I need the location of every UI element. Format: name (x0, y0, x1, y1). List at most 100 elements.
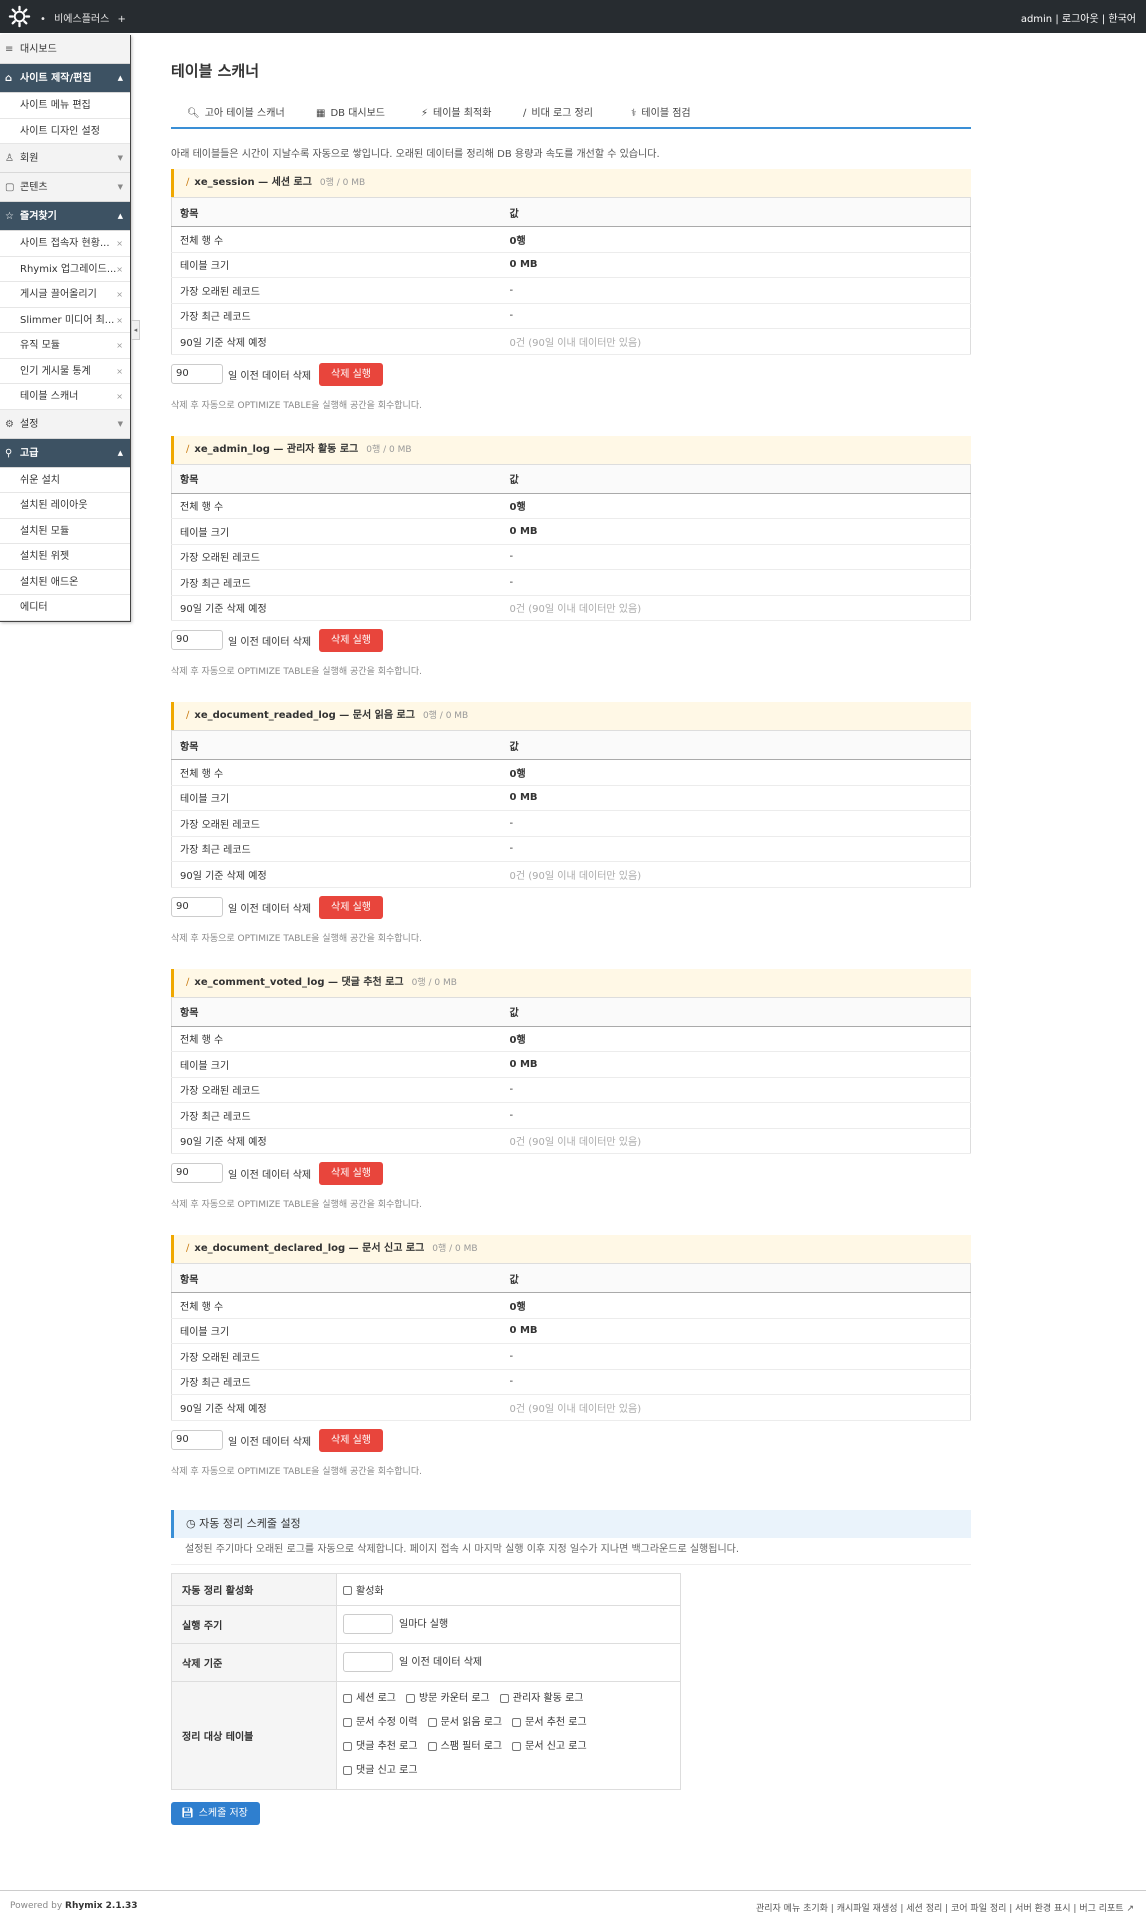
target-checkbox-item[interactable]: 세션 로그 (343, 1687, 396, 1711)
days-input[interactable]: 90 (171, 1163, 223, 1183)
remove-favorite-icon[interactable]: × (116, 231, 123, 256)
home-icon: ⌂ (5, 73, 13, 84)
sidebar-item[interactable]: 에디터 (0, 595, 130, 621)
sidebar-item[interactable]: 쉬운 설치 (0, 468, 130, 493)
tab-item[interactable]: ⚕︎ 테이블 점검 (631, 104, 691, 119)
add-site-icon[interactable]: + (117, 14, 125, 25)
sidebar-item[interactable]: 설치된 위젯 (0, 544, 130, 570)
remove-favorite-icon[interactable]: × (116, 282, 123, 307)
brush-icon: ∕ (186, 443, 190, 455)
sidebar-group[interactable]: ♙ 회원 ▼ (0, 144, 130, 173)
sidebar-group[interactable]: ▢ 콘텐츠 ▼ (0, 173, 130, 202)
target-checkbox[interactable] (512, 1741, 522, 1751)
remove-favorite-icon[interactable]: × (116, 308, 123, 333)
row-label: 가장 오래된 레코드 (171, 277, 502, 304)
delete-button[interactable]: 삭제 실행 (319, 1428, 383, 1452)
remove-favorite-icon[interactable]: × (116, 333, 123, 358)
sidebar-collapse-toggle[interactable]: ◂ (131, 320, 140, 340)
target-checkbox-item[interactable]: 스팸 필터 로그 (427, 1735, 502, 1759)
row-label: 전체 행 수 (171, 493, 502, 519)
days-input[interactable]: 90 (171, 363, 223, 384)
sidebar-item[interactable]: 설치된 애드온 (0, 570, 130, 595)
sidebar-group-label: 콘텐츠 (20, 182, 48, 193)
target-checkbox-item[interactable]: 댓글 추천 로그 (343, 1735, 418, 1759)
target-checkbox-item[interactable]: 문서 읽음 로그 (427, 1711, 502, 1735)
days-input[interactable]: 90 (171, 896, 223, 917)
row-value: - (501, 303, 971, 329)
sidebar-item[interactable]: 사이트 메뉴 편집 (0, 93, 130, 119)
table-row: 90일 기준 삭제 예정 0건 (90일 이내 데이터만 있음) (171, 861, 971, 888)
table-header: 항목 (171, 1263, 502, 1293)
target-checkbox[interactable] (343, 1693, 352, 1703)
user-menu[interactable]: admin | 로그아웃 | 한국어 (1021, 10, 1136, 25)
sidebar-item[interactable]: 테이블 스캐너 × (0, 384, 130, 410)
sidebar-dashboard[interactable]: ≡ 대시보드 (0, 35, 130, 64)
target-checkbox-item[interactable]: 방문 카운터 로그 (405, 1687, 490, 1711)
sidebar-item[interactable]: 인기 게시물 통계 × (0, 359, 130, 384)
table-row: 90일 기준 삭제 예정 0건 (90일 이내 데이터만 있음) (171, 1128, 971, 1154)
interval-label: 실행 주기 (171, 1605, 337, 1644)
sidebar-item[interactable]: Rhymix 업그레이드... × (0, 257, 130, 282)
powered-prefix: Powered by (10, 1901, 63, 1911)
delete-button[interactable]: 삭제 실행 (319, 629, 383, 652)
delete-button[interactable]: 삭제 실행 (319, 1162, 383, 1185)
rhymix-logo-icon[interactable] (8, 5, 31, 28)
site-name[interactable]: 비에스플러스 (54, 14, 109, 25)
section-title: xe_admin_log — 관리자 활동 로그 (194, 443, 359, 455)
sidebar-item[interactable]: 게시글 끌어올리기 × (0, 282, 130, 308)
rhymix-version-link[interactable]: Rhymix 2.1.33 (65, 1901, 138, 1911)
sidebar-item[interactable]: 사이트 디자인 설정 (0, 119, 130, 144)
tab-item[interactable]: ⚡︎ 테이블 최적화 (421, 104, 491, 119)
tab-item[interactable]: ∕ 비대 로그 정리 (523, 104, 593, 119)
remove-favorite-icon[interactable]: × (116, 257, 123, 282)
remove-favorite-icon[interactable]: × (116, 384, 123, 409)
section-table: 항목 값 전체 행 수 0행 테이블 크기 0 MB 가장 오래된 레코드 - 가장 최근 레코… (171, 197, 971, 355)
section-header: ∕ xe_admin_log — 관리자 활동 로그 0행 / 0 MB (171, 435, 971, 464)
target-checkbox-item[interactable]: 관리자 활동 로그 (499, 1687, 584, 1711)
row-label: 가장 오래된 레코드 (171, 1343, 502, 1370)
delete-button[interactable]: 삭제 실행 (319, 362, 383, 386)
target-checkbox[interactable] (427, 1741, 437, 1751)
target-checkbox[interactable] (343, 1741, 352, 1751)
sidebar-item[interactable]: Slimmer 미디어 최... × (0, 308, 130, 333)
target-checkbox[interactable] (343, 1765, 352, 1775)
sidebar-item-label: 에디터 (20, 602, 48, 613)
sidebar-item[interactable]: 사이트 접속자 현황... × (0, 231, 130, 257)
footer-links[interactable]: 관리자 메뉴 초기화 | 캐시파일 재생성 | 세션 정리 | 코어 파일 정리… (756, 1901, 1134, 1914)
row-label: 전체 행 수 (171, 1026, 502, 1052)
target-checkbox[interactable] (405, 1693, 415, 1703)
table-row: 가장 오래된 레코드 - (171, 1343, 971, 1370)
remove-favorite-icon[interactable]: × (116, 359, 123, 384)
interval-input[interactable] (343, 1614, 393, 1634)
save-schedule-button[interactable]: 💾︎ 스케줄 저장 (171, 1801, 260, 1825)
site-selector[interactable]: • 비에스플러스 + (40, 10, 131, 25)
section-meta: 0행 / 0 MB (411, 977, 457, 988)
target-checkbox-label: 댓글 신고 로그 (356, 1765, 418, 1776)
target-checkbox[interactable] (427, 1717, 437, 1727)
row-label: 가장 최근 레코드 (171, 569, 502, 596)
days-input[interactable]: 90 (171, 1429, 223, 1450)
tab-item[interactable]: 🔍︎ 고아 테이블 스캐너 (187, 104, 285, 119)
sidebar-item[interactable]: 유직 모듈 × (0, 333, 130, 359)
target-checkbox-item[interactable]: 문서 수정 이력 (343, 1711, 418, 1735)
sidebar-group[interactable]: ⚲ 고급 ▲ (0, 438, 130, 468)
brush-icon: ∕ (186, 976, 190, 988)
target-checkbox-item[interactable]: 댓글 신고 로그 (343, 1759, 418, 1783)
enable-checkbox[interactable] (343, 1586, 352, 1595)
days-label: 일 이전 데이터 삭제 (228, 637, 312, 648)
target-checkbox-item[interactable]: 문서 신고 로그 (512, 1735, 587, 1759)
sidebar-item[interactable]: 설치된 모듈 (0, 519, 130, 544)
sidebar-group[interactable]: ⚙ 설정 ▼ (0, 409, 130, 439)
sidebar-group[interactable]: ⌂ 사이트 제작/편집 ▲ (0, 64, 130, 93)
target-checkbox-item[interactable]: 문서 추천 로그 (512, 1711, 587, 1735)
sidebar-item[interactable]: 설치된 레이아웃 (0, 493, 130, 519)
delete-button[interactable]: 삭제 실행 (319, 895, 383, 919)
criteria-input[interactable] (343, 1652, 393, 1672)
tab-item[interactable]: ▦ DB 대시보드 (316, 104, 385, 119)
days-input[interactable]: 90 (171, 630, 223, 650)
target-checkbox[interactable] (512, 1717, 522, 1727)
target-checkbox[interactable] (499, 1693, 509, 1703)
log-section: ∕ xe_document_declared_log — 문서 신고 로그 0행 /… (171, 1235, 971, 1478)
target-checkbox[interactable] (343, 1717, 352, 1727)
sidebar-group[interactable]: ☆ 즐겨찾기 ▲ (0, 202, 130, 231)
